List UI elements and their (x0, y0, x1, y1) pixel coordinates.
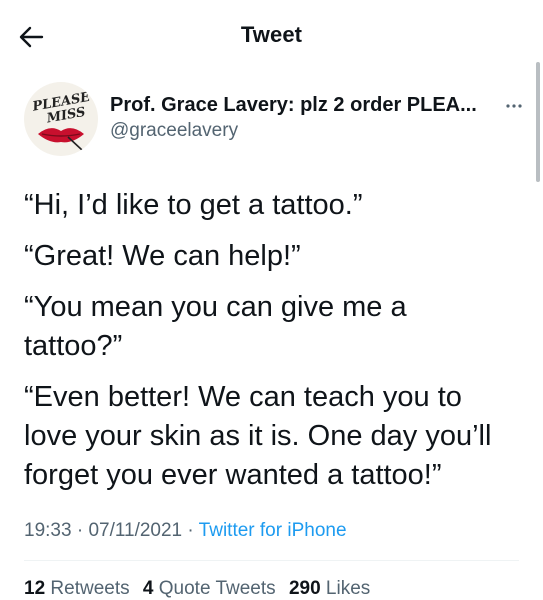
scrollbar[interactable] (536, 62, 540, 182)
top-bar: Tweet (0, 0, 543, 72)
retweets-stat[interactable]: 12 Retweets (24, 578, 130, 599)
retweets-count: 12 (24, 578, 46, 599)
quotes-label: Quote Tweets (158, 578, 276, 599)
tweet-stats: 12 Retweets 4 Quote Tweets 290 Likes (24, 578, 378, 600)
tweet-meta: 19:33 · 07/11/2021 · Twitter for iPhone (24, 520, 347, 542)
author-handle[interactable]: @graceelavery (110, 120, 238, 142)
tweet-source-link[interactable]: Twitter for iPhone (199, 520, 347, 541)
tweet-text: “Hi, I’d like to get a tattoo.” “Great! … (24, 186, 524, 507)
likes-label: Likes (325, 578, 371, 599)
tweet-paragraph: “Great! We can help!” (24, 240, 301, 272)
meta-separator: · (187, 520, 194, 541)
likes-stat[interactable]: 290 Likes (289, 578, 370, 599)
tweet-time[interactable]: 19:33 (24, 520, 72, 541)
tweet-paragraph: “Even better! We can teach you to love y… (24, 381, 492, 491)
retweets-label: Retweets (50, 578, 130, 599)
quote-tweets-stat[interactable]: 4 Quote Tweets (143, 578, 276, 599)
tweet-paragraph: “You mean you can give me a tattoo?” (24, 291, 407, 362)
divider (24, 560, 519, 561)
more-button[interactable] (505, 96, 523, 112)
page-title: Tweet (240, 22, 303, 47)
tweet-author: PLEASE MISS Prof. Grace Lavery: plz 2 or… (24, 82, 529, 158)
author-name[interactable]: Prof. Grace Lavery: plz 2 order PLEA... (110, 94, 477, 117)
more-dots-icon (506, 104, 522, 108)
tweet-date[interactable]: 07/11/2021 (88, 520, 182, 541)
avatar[interactable]: PLEASE MISS (24, 82, 98, 156)
quotes-count: 4 (142, 578, 154, 599)
tweet-paragraph: “Hi, I’d like to get a tattoo.” (24, 189, 363, 221)
meta-separator: · (76, 520, 84, 541)
likes-count: 290 (288, 578, 321, 599)
avatar-image: PLEASE MISS (30, 90, 92, 151)
